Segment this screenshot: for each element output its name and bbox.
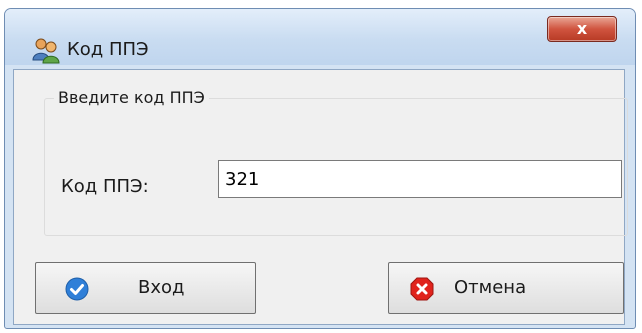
- code-input[interactable]: [218, 160, 622, 198]
- stop-x-icon: [410, 277, 434, 301]
- close-button[interactable]: x: [547, 16, 617, 42]
- close-icon: x: [576, 19, 588, 38]
- code-label: Код ППЭ:: [61, 176, 149, 197]
- login-button[interactable]: Вход: [35, 262, 256, 314]
- cancel-button-label: Отмена: [454, 277, 527, 298]
- groupbox-legend: Введите код ППЭ: [54, 88, 209, 107]
- dialog-body: Введите код ППЭ Код ППЭ: Вход Отмена: [13, 69, 628, 325]
- dialog-window: Код ППЭ x Введите код ППЭ Код ППЭ: Вход …: [4, 8, 636, 329]
- login-button-label: Вход: [138, 277, 185, 298]
- users-icon: [32, 38, 60, 64]
- cancel-button[interactable]: Отмена: [388, 262, 624, 314]
- checkmark-icon: [65, 277, 89, 301]
- window-title: Код ППЭ: [67, 39, 149, 60]
- title-bar[interactable]: Код ППЭ x: [5, 9, 635, 65]
